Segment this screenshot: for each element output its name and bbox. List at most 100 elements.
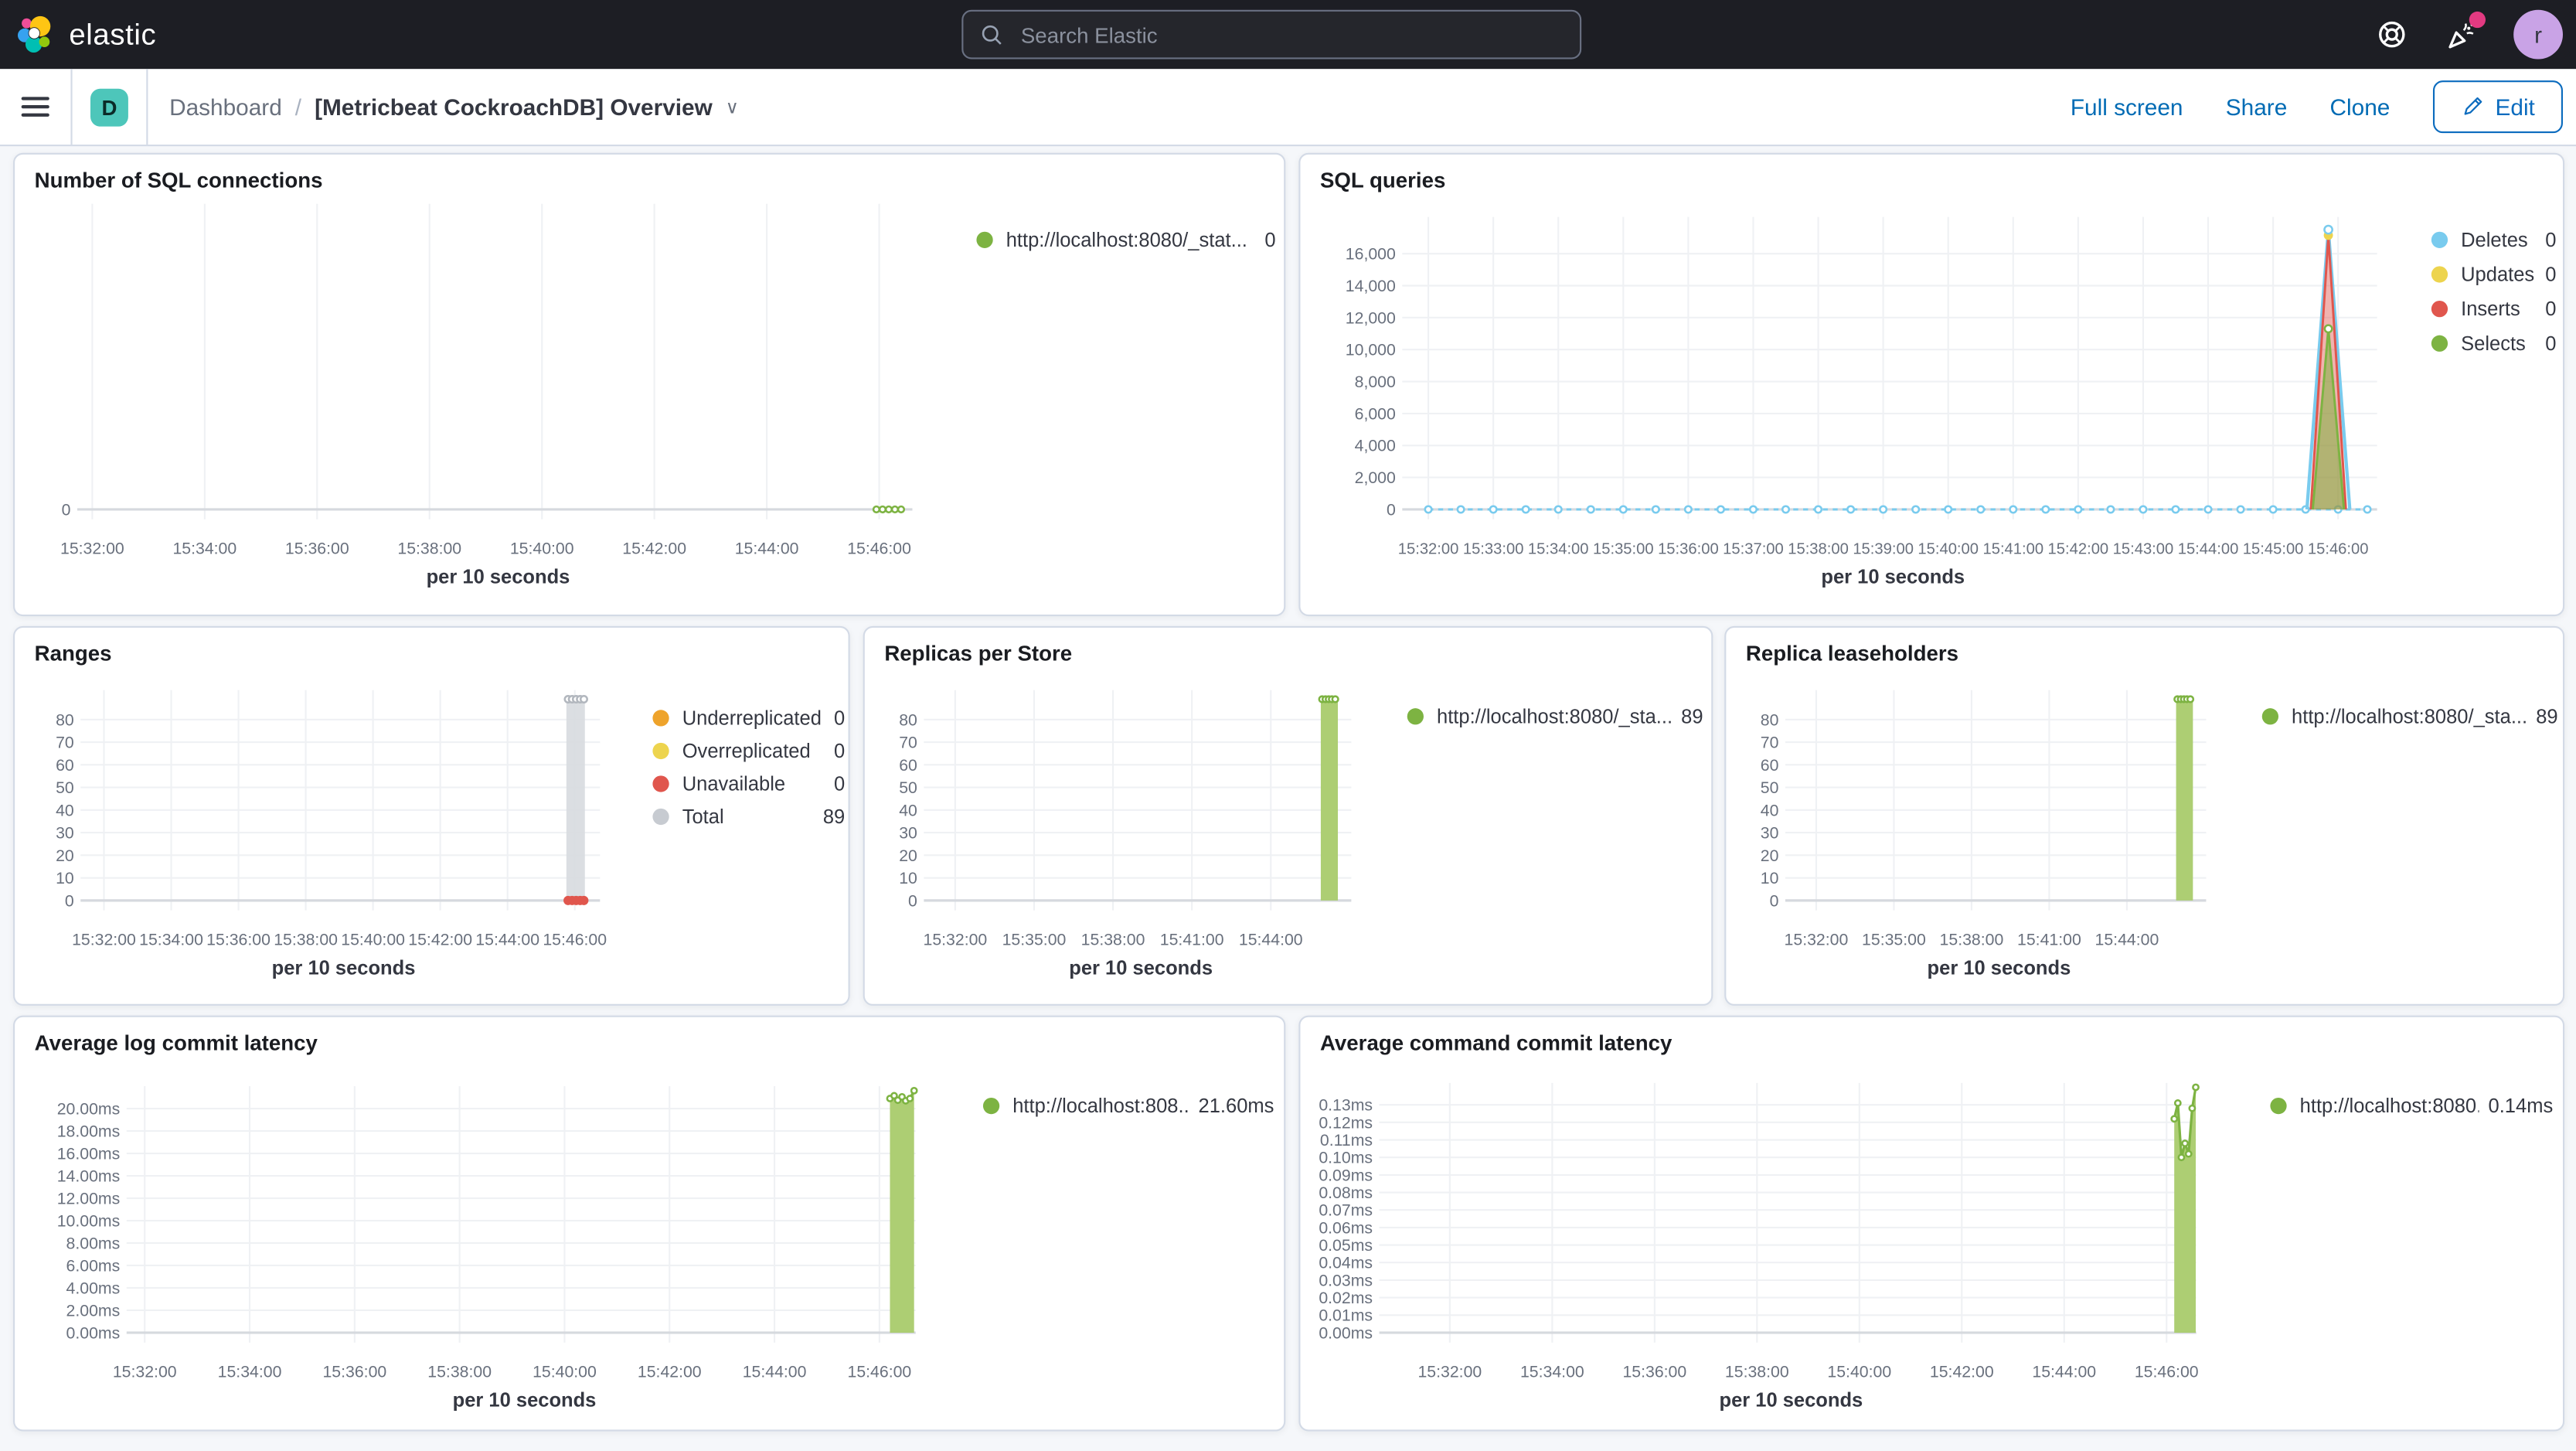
legend-value: 0 [1264, 228, 1276, 252]
legend-item[interactable]: http://localhost:8080/_sta... 89 [1407, 705, 1703, 728]
panel-title[interactable]: Replica leaseholders [1746, 641, 1958, 666]
svg-text:60: 60 [899, 756, 917, 775]
avatar[interactable]: r [2513, 9, 2563, 60]
svg-text:per 10 seconds: per 10 seconds [427, 567, 570, 588]
clone-button[interactable]: Clone [2330, 94, 2391, 120]
svg-text:15:32:00: 15:32:00 [924, 930, 988, 949]
menu-icon[interactable] [0, 69, 73, 145]
page-title[interactable]: [Metricbeat CockroachDB] Overview [315, 94, 713, 120]
chart-average-command-commit-latency[interactable]: 15:32:00 15:34:00 15:36:00 15:38:00 15:40:00… [1300, 1017, 2563, 1430]
svg-text:70: 70 [1761, 734, 1779, 752]
chart-canvas: 15:32:00 15:34:00 15:36:00 15:38:00 15:40:00… [1319, 1082, 2200, 1412]
breadcrumb: Dashboard / [Metricbeat CockroachDB] Ove… [169, 94, 739, 120]
panel-title[interactable]: Ranges [35, 641, 112, 666]
chart-legend: http://localhost:8080/_stat... 0 [976, 228, 1276, 252]
svg-text:60: 60 [1761, 756, 1779, 775]
panel-average-log-commit-latency: Average log commit latency 15:32:00 15:34… [13, 1015, 1286, 1432]
panel-sql-queries: SQL queries 15:32:00 15:33:00 15:34:00 15:3… [1298, 152, 2565, 617]
svg-text:15:36:00: 15:36:00 [322, 1362, 386, 1381]
svg-text:8.00ms: 8.00ms [66, 1234, 121, 1252]
legend-label: Updates [2461, 263, 2535, 286]
legend-item[interactable]: Deletes 0 [2431, 228, 2556, 251]
panel-title[interactable]: Number of SQL connections [35, 168, 323, 192]
chart-canvas: 15:32:00 15:34:00 15:36:00 15:38:00 15:40:00… [60, 203, 913, 588]
full-screen-button[interactable]: Full screen [2071, 94, 2183, 120]
svg-text:15:41:00: 15:41:00 [1982, 540, 2043, 557]
chart-replicas-per-store[interactable]: 15:32:00 15:35:00 15:38:00 15:41:00 15:44:00… [865, 628, 1711, 1004]
svg-text:15:38:00: 15:38:00 [427, 1362, 492, 1381]
svg-text:40: 40 [56, 801, 74, 819]
svg-text:0.06ms: 0.06ms [1319, 1218, 1373, 1237]
svg-text:10: 10 [1761, 869, 1779, 887]
svg-text:2,000: 2,000 [1355, 468, 1396, 487]
svg-text:15:43:00: 15:43:00 [2113, 540, 2174, 557]
svg-text:14.00ms: 14.00ms [57, 1167, 121, 1185]
svg-text:6.00ms: 6.00ms [66, 1256, 121, 1275]
search-input[interactable] [1017, 20, 1564, 49]
brand-wordmark: elastic [69, 17, 157, 50]
svg-text:15:41:00: 15:41:00 [1160, 930, 1224, 949]
edit-button[interactable]: Edit [2432, 80, 2563, 134]
svg-text:15:44:00: 15:44:00 [743, 1362, 807, 1381]
svg-text:15:45:00: 15:45:00 [2243, 540, 2304, 557]
breadcrumb-dashboard-link[interactable]: Dashboard [169, 94, 282, 120]
svg-text:15:41:00: 15:41:00 [2017, 930, 2081, 949]
svg-text:15:34:00: 15:34:00 [172, 539, 237, 557]
panel-replicas-per-store: Replicas per Store 15:32:00 15:35:00 15:38… [863, 625, 1713, 1006]
svg-text:4,000: 4,000 [1355, 437, 1396, 455]
legend-value: 0 [2545, 263, 2557, 286]
svg-text:15:40:00: 15:40:00 [533, 1362, 597, 1381]
legend-item[interactable]: http://localhost:8080/_stat... 0 [976, 228, 1276, 252]
legend-item[interactable]: Inserts 0 [2431, 297, 2556, 321]
svg-text:8,000: 8,000 [1355, 373, 1396, 391]
legend-value: 89 [822, 805, 846, 829]
svg-text:15:44:00: 15:44:00 [2032, 1362, 2096, 1381]
chart-replica-leaseholders[interactable]: 15:32:00 15:35:00 15:38:00 15:41:00 15:44:00… [1726, 628, 2563, 1004]
legend-dot-icon [2431, 335, 2448, 352]
legend-value: 89 [1681, 704, 1703, 728]
global-search[interactable] [961, 9, 1582, 60]
chart-average-log-commit-latency[interactable]: 15:32:00 15:34:00 15:36:00 15:38:00 15:40:00… [15, 1017, 1284, 1430]
chart-sql-queries[interactable]: 15:32:00 15:33:00 15:34:00 15:35:00 15:36:00… [1300, 155, 2563, 615]
panel-title[interactable]: SQL queries [1320, 168, 1445, 192]
legend-dot-icon [652, 775, 669, 792]
chevron-down-icon[interactable]: ∨ [726, 96, 739, 118]
legend-label: Inserts [2461, 297, 2520, 321]
legend-item[interactable]: Unavailable 0 [652, 772, 845, 795]
chart-ranges[interactable]: 15:32:00 15:34:00 15:36:00 15:38:00 15:40:00… [15, 628, 848, 1004]
svg-text:15:36:00: 15:36:00 [206, 930, 271, 949]
news-icon[interactable] [2445, 11, 2486, 51]
help-icon[interactable] [2376, 18, 2409, 51]
legend-item[interactable]: http://localhost:8080... 0.14ms [2270, 1094, 2554, 1118]
svg-text:15:35:00: 15:35:00 [1002, 930, 1067, 949]
svg-text:0.01ms: 0.01ms [1319, 1306, 1373, 1325]
elastic-logo-group[interactable]: elastic [16, 15, 156, 54]
svg-text:15:32:00: 15:32:00 [113, 1362, 177, 1381]
chart-legend: http://localhost:8080/_sta... 89 [2261, 705, 2558, 728]
legend-value: 0.14ms [2488, 1094, 2554, 1118]
legend-item[interactable]: http://localhost:8080/_sta... 89 [2261, 705, 2558, 728]
legend-label: Total [682, 805, 724, 829]
legend-item[interactable]: Selects 0 [2431, 332, 2556, 355]
legend-item[interactable]: Total 89 [652, 805, 846, 829]
chart-sql-connections[interactable]: 15:32:00 15:34:00 15:36:00 15:38:00 15:40:00… [15, 155, 1284, 615]
legend-item[interactable]: Underreplicated 0 [652, 707, 845, 730]
space-badge[interactable]: D [90, 87, 128, 126]
panel-title[interactable]: Replicas per Store [884, 641, 1072, 666]
legend-label: http://localhost:808... [1012, 1094, 1189, 1118]
legend-dot-icon [1407, 708, 1424, 725]
legend-item[interactable]: http://localhost:808... 21.60ms [982, 1094, 1274, 1118]
svg-text:10: 10 [899, 869, 917, 887]
svg-text:20.00ms: 20.00ms [57, 1100, 121, 1119]
dashboard-toolbar: D Dashboard / [Metricbeat CockroachDB] O… [0, 69, 2576, 147]
svg-text:10: 10 [56, 869, 74, 887]
svg-text:15:46:00: 15:46:00 [848, 1362, 912, 1381]
legend-item[interactable]: Overreplicated 0 [652, 740, 845, 762]
share-button[interactable]: Share [2226, 94, 2287, 120]
panel-title[interactable]: Average log commit latency [35, 1030, 318, 1055]
panel-title[interactable]: Average command commit latency [1320, 1030, 1672, 1055]
chart-legend: Deletes 0 Updates 0 Inserts 0 Selects 0 [2431, 228, 2557, 355]
svg-text:80: 80 [1761, 710, 1779, 729]
legend-item[interactable]: Updates 0 [2431, 263, 2557, 286]
svg-text:80: 80 [899, 710, 917, 729]
